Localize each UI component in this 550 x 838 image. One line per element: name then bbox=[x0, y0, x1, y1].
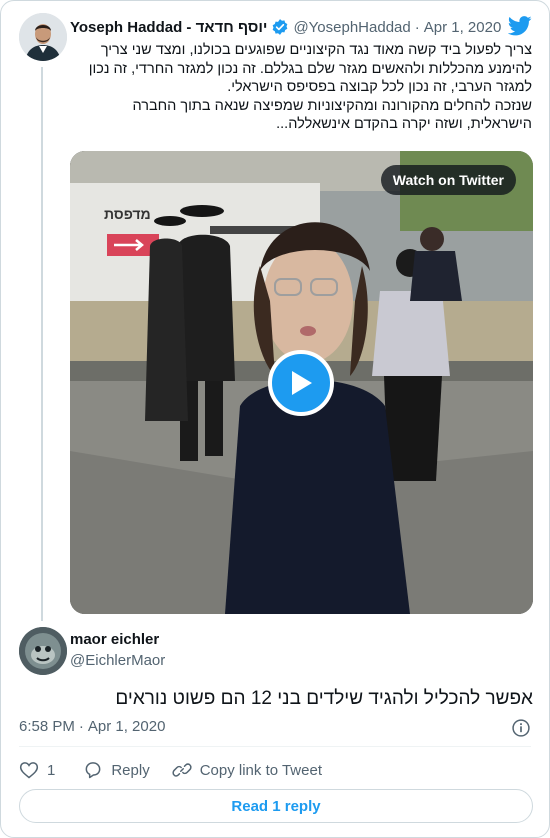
reply-tweet-text: אפשר להכליל ולהגיד שילדים בני 12 הם פשוט… bbox=[115, 688, 533, 709]
reply-button[interactable]: Reply bbox=[83, 760, 150, 780]
video-play-button[interactable] bbox=[268, 350, 334, 416]
timestamp-separator: · bbox=[78, 718, 84, 735]
reply-label: Reply bbox=[111, 761, 150, 779]
reply-author-name[interactable]: maor eichler bbox=[70, 631, 159, 648]
parent-tweet-date[interactable]: Apr 1, 2020 bbox=[424, 19, 502, 36]
reply-tweet-timestamp[interactable]: 6:58 PM · Apr 1, 2020 bbox=[19, 718, 165, 735]
parent-author-name[interactable]: Yoseph Haddad - יוסף חדאד bbox=[70, 19, 267, 36]
read-replies-button[interactable]: Read 1 reply bbox=[19, 789, 533, 823]
parent-tweet-text: צריך לפעול ביד קשה מאוד נגד הקיצוניים שפ… bbox=[70, 41, 532, 134]
reply-tweet-time[interactable]: 6:58 PM bbox=[19, 718, 75, 735]
parent-tweet-paragraph-1: צריך לפעול ביד קשה מאוד נגד הקיצוניים שפ… bbox=[88, 42, 532, 95]
copy-link-button[interactable]: Copy link to Tweet bbox=[172, 760, 322, 780]
tweet-video-player[interactable]: מדפסת Watch on Twitter bbox=[70, 151, 533, 614]
tweet-actions-bar: 1 Reply Copy link to Tweet bbox=[19, 757, 344, 783]
like-count: 1 bbox=[47, 761, 56, 779]
watch-on-twitter-button[interactable]: Watch on Twitter bbox=[380, 165, 516, 195]
twitter-bird-icon[interactable] bbox=[507, 15, 532, 42]
parent-tweet-paragraph-2: שנזכה להחלים מהקורונה ומהקיצוניות שמפיצה… bbox=[132, 97, 532, 133]
actions-divider bbox=[19, 746, 531, 747]
thread-connector-line bbox=[41, 67, 43, 621]
verified-badge-icon bbox=[271, 18, 289, 36]
parent-tweet-header: Yoseph Haddad - יוסף חדאד @YosephHaddad … bbox=[70, 16, 501, 38]
copy-link-label: Copy link to Tweet bbox=[199, 761, 322, 779]
reply-icon bbox=[85, 762, 101, 779]
info-icon[interactable] bbox=[511, 718, 531, 743]
parent-author-handle[interactable]: @YosephHaddad bbox=[293, 19, 410, 36]
heart-icon bbox=[19, 762, 39, 779]
reply-author-avatar[interactable] bbox=[19, 627, 67, 675]
parent-author-avatar[interactable] bbox=[19, 13, 67, 61]
like-button[interactable]: 1 bbox=[19, 760, 55, 780]
reply-tweet-date[interactable]: Apr 1, 2020 bbox=[88, 718, 166, 735]
reply-author-handle[interactable]: @EichlerMaor bbox=[70, 652, 165, 669]
play-icon bbox=[292, 371, 312, 395]
video-sign-text: מדפסת bbox=[104, 206, 151, 222]
header-separator: · bbox=[414, 18, 420, 36]
tweet-embed-card: Yoseph Haddad - יוסף חדאד @YosephHaddad … bbox=[0, 0, 550, 838]
link-icon bbox=[172, 763, 192, 777]
